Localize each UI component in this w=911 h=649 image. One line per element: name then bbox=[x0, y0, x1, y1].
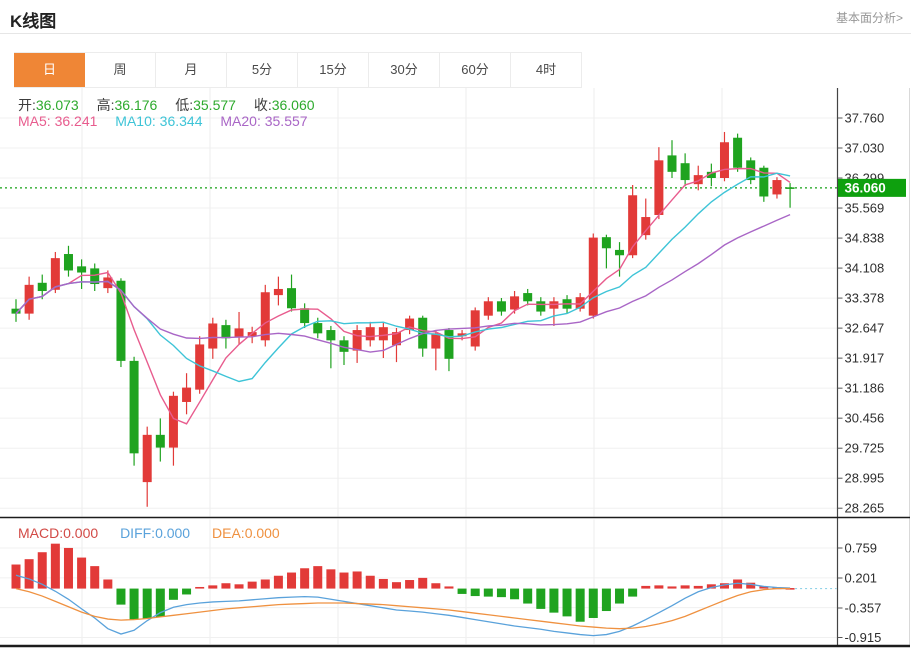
svg-text:37.760: 37.760 bbox=[845, 111, 885, 126]
ma-readout: MA5: 36.241 MA10: 36.344 MA20: 35.557 bbox=[18, 113, 322, 129]
high-label: 高: bbox=[96, 97, 115, 113]
svg-text:29.725: 29.725 bbox=[845, 441, 885, 456]
svg-text:-0.915: -0.915 bbox=[845, 630, 882, 645]
tab-15min[interactable]: 15分 bbox=[298, 53, 369, 87]
header-divider bbox=[0, 33, 911, 34]
svg-text:31.186: 31.186 bbox=[845, 381, 885, 396]
svg-text:28.995: 28.995 bbox=[845, 471, 885, 486]
svg-text:0.759: 0.759 bbox=[845, 541, 878, 556]
ma20-value: MA20: 35.557 bbox=[220, 113, 308, 129]
ma10-line bbox=[15, 172, 791, 383]
ma20-line bbox=[15, 213, 791, 353]
svg-text:30.456: 30.456 bbox=[845, 411, 885, 426]
tab-month[interactable]: 月 bbox=[156, 53, 227, 87]
period-tab-bar: 日 周 月 5分 15分 30分 60分 4时 bbox=[14, 52, 582, 88]
svg-text:36.060: 36.060 bbox=[845, 181, 886, 196]
macd-readout: MACD:0.000 DIFF:0.000 DEA:0.000 bbox=[18, 525, 298, 541]
kline-page: K线图 基本面分析> 日 周 月 5分 15分 30分 60分 4时 开:36.… bbox=[0, 0, 911, 649]
svg-text:34.838: 34.838 bbox=[845, 231, 885, 246]
close-label: 收: bbox=[253, 97, 272, 113]
close-value: 36.060 bbox=[271, 97, 315, 113]
page-title: K线图 bbox=[10, 12, 57, 31]
svg-text:34.108: 34.108 bbox=[845, 261, 885, 276]
fundamental-analysis-link[interactable]: 基本面分析> bbox=[836, 9, 903, 26]
macd-value: MACD:0.000 bbox=[18, 525, 99, 541]
ma5-value: MA5: 36.241 bbox=[18, 113, 98, 129]
svg-text:28.265: 28.265 bbox=[845, 501, 885, 516]
open-label: 开: bbox=[18, 97, 36, 113]
tab-5min[interactable]: 5分 bbox=[227, 53, 298, 87]
svg-text:33.378: 33.378 bbox=[845, 291, 885, 306]
svg-text:0.201: 0.201 bbox=[845, 571, 878, 586]
svg-text:31.917: 31.917 bbox=[845, 351, 885, 366]
svg-text:32.647: 32.647 bbox=[845, 321, 885, 336]
svg-text:-0.357: -0.357 bbox=[845, 601, 882, 616]
svg-text:37.030: 37.030 bbox=[845, 141, 885, 156]
tab-week[interactable]: 周 bbox=[85, 53, 156, 87]
low-label: 低: bbox=[175, 97, 194, 113]
ohlc-readout: 开:36.073 高:36.176 低:35.577 收:36.060 bbox=[18, 95, 329, 115]
low-value: 35.577 bbox=[193, 97, 236, 113]
page-header: K线图 基本面分析> bbox=[0, 0, 911, 33]
tab-day[interactable]: 日 bbox=[14, 53, 85, 87]
open-value: 36.073 bbox=[35, 97, 79, 113]
svg-text:35.569: 35.569 bbox=[845, 201, 885, 216]
high-value: 36.176 bbox=[114, 97, 158, 113]
ma10-value: MA10: 36.344 bbox=[115, 113, 203, 129]
tab-30min[interactable]: 30分 bbox=[369, 53, 440, 87]
tab-4hour[interactable]: 4时 bbox=[511, 53, 582, 87]
diff-value: DIFF:0.000 bbox=[120, 525, 191, 541]
dea-value: DEA:0.000 bbox=[212, 525, 280, 541]
tab-60min[interactable]: 60分 bbox=[440, 53, 511, 87]
